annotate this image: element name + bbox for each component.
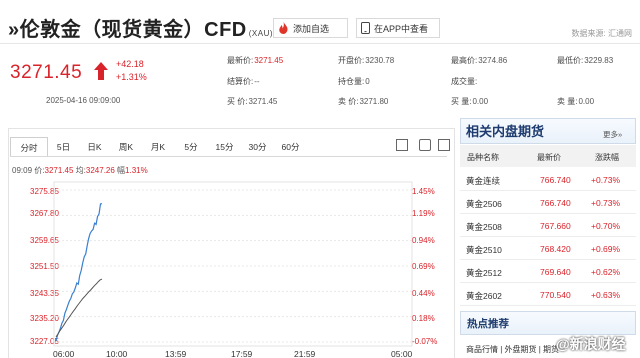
table-row[interactable]: 黄金2602 770.540 +0.63% <box>460 283 636 306</box>
table-row[interactable]: 黄金2512 769.640 +0.62% <box>460 260 636 283</box>
table-row[interactable]: 黄金2508 767.660 +0.70% <box>460 214 636 237</box>
row-price: 768.420 <box>540 244 571 254</box>
price-line <box>55 203 103 342</box>
row-price: 766.740 <box>540 198 571 208</box>
col-change: 涨跌幅 <box>595 153 619 162</box>
row-change: +0.69% <box>591 244 621 254</box>
row-change: +0.62% <box>591 267 621 277</box>
row-name: 黄金2506 <box>466 199 502 209</box>
row-name: 黄金2512 <box>466 268 502 278</box>
row-price: 770.540 <box>540 290 571 300</box>
table-row[interactable]: 黄金2506 766.740 +0.73% <box>460 191 636 214</box>
row-price: 769.640 <box>540 267 571 277</box>
x-tick: 17:59 <box>231 349 253 358</box>
x-tick: 06:00 <box>53 349 75 358</box>
row-change: +0.73% <box>591 198 621 208</box>
hot-recommend-links[interactable]: 商品行情 | 外盘期货 | 期货 <box>466 344 559 355</box>
related-futures-title: 相关内盘期货 <box>466 124 545 139</box>
x-tick: 13:59 <box>165 349 187 358</box>
row-change: +0.63% <box>591 290 621 300</box>
col-name: 品种名称 <box>467 153 499 162</box>
x-tick: 10:00 <box>106 349 128 358</box>
row-name: 黄金连续 <box>466 176 501 186</box>
row-name: 黄金2510 <box>466 245 502 255</box>
x-tick: 05:00 <box>391 349 413 358</box>
row-price: 767.660 <box>540 221 571 231</box>
table-row[interactable]: 黄金连续 766.740 +0.73% <box>460 168 636 191</box>
watermark: @新浪财经 <box>556 336 626 352</box>
row-name: 黄金2508 <box>466 222 502 232</box>
table-row[interactable]: 黄金2510 768.420 +0.69% <box>460 237 636 260</box>
average-line <box>55 278 103 338</box>
x-tick: 21:59 <box>294 349 316 358</box>
row-change: +0.70% <box>591 221 621 231</box>
plot-area <box>53 181 413 347</box>
hot-recommend-title: 热点推荐 <box>467 318 509 330</box>
row-change: +0.73% <box>591 175 621 185</box>
row-name: 黄金2602 <box>466 291 502 301</box>
row-price: 766.740 <box>540 175 571 185</box>
col-price: 最新价 <box>537 153 561 162</box>
more-link[interactable]: 更多» <box>603 129 622 140</box>
